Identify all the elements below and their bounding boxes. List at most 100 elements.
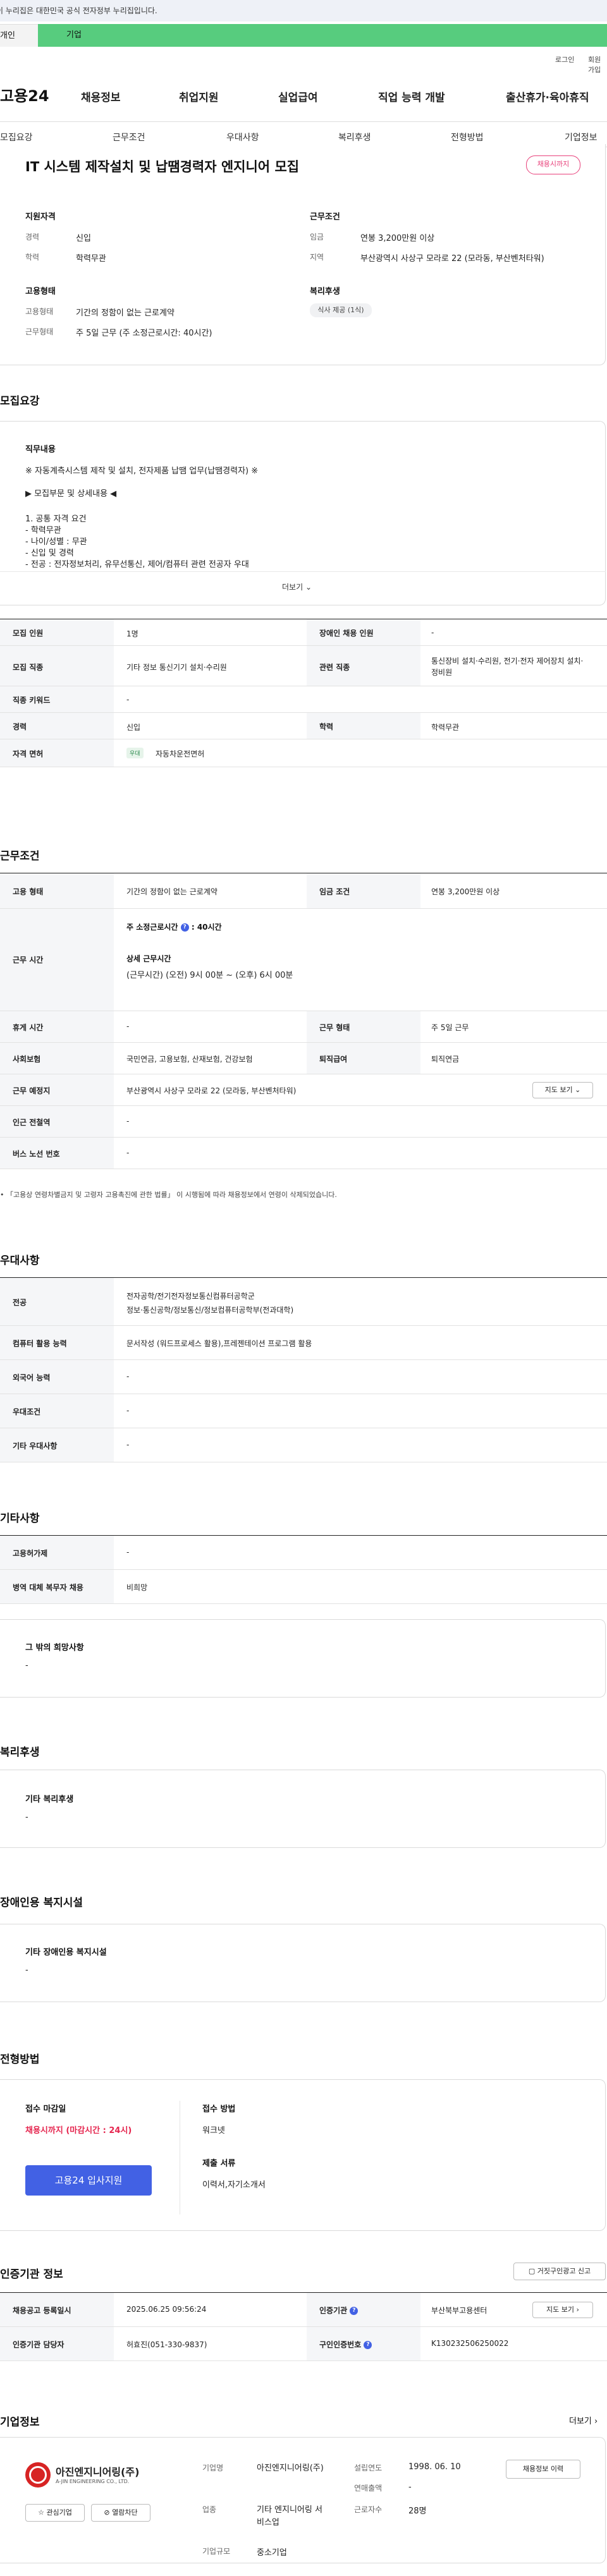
th-job-type: 모집 직종 <box>0 646 114 686</box>
help-icon[interactable]: ? <box>350 2307 359 2315</box>
th-cert-no: 구인인증번호 ? <box>307 2327 420 2360</box>
td-agency: 부산북부고용센터 <box>431 2306 487 2315</box>
table-row: 채용공고 등록일시 2025.06.25 09:56:24 인증기관 ? 부산북… <box>0 2293 607 2327</box>
agency-map-button[interactable]: 지도 보기 › <box>532 2302 593 2318</box>
table-row: 고용허가제 - <box>0 1536 607 1570</box>
tab-business-label: 기업 <box>66 30 82 40</box>
table-row: 컴퓨터 활용 능력 문서작성 (워드프로세스 활용),프레젠테이션 프로그램 활… <box>0 1326 607 1360</box>
td-major: 전자공학/전기전자정보통신컴퓨터공학군 <box>126 1292 255 1301</box>
company-employees-value: 28명 <box>408 2506 427 2516</box>
company-card <box>0 2437 606 2563</box>
site-logo[interactable]: 고용24 <box>0 83 49 106</box>
table-row: 전공 전자공학/전기전자정보통신컴퓨터공학군 정보·통신공학/정보통신/정보컴퓨… <box>0 1278 607 1326</box>
other-wish-value: - <box>25 1661 28 1670</box>
cond-region-value: 부산광역시 사상구 모라로 22 (모라동, 부산벤처타워) <box>360 254 544 264</box>
table-row: 인근 전철역 - <box>0 1106 607 1138</box>
disability-value: - <box>25 1965 28 1975</box>
td-headcount: 1명 <box>126 629 138 638</box>
section-etc-title: 기타사항 <box>0 1512 40 1525</box>
company-logo-ring <box>29 2466 47 2484</box>
th-insurance: 사회보험 <box>0 1043 114 1074</box>
td-bus: - <box>126 1148 130 1157</box>
tab-business[interactable]: 기업 <box>38 24 607 47</box>
table-row: 경력 신입 학력 학력무관 <box>0 713 607 739</box>
table-row: 고용 형태 기간의 정함이 없는 근로계약 임금 조건 연봉 3,200만원 이… <box>0 873 607 909</box>
job-desc-line: - 신입 및 경력 <box>25 549 74 558</box>
th-emp-type: 고용 형태 <box>0 873 114 908</box>
emp-title: 고용형태 <box>25 287 56 296</box>
job-desc-card <box>0 421 606 605</box>
th-subway: 인근 전철역 <box>0 1106 114 1137</box>
weekly-hours-label: 주 소정근로시간 <box>126 923 178 932</box>
th-career: 경력 <box>0 713 114 739</box>
td-disabled-headcount: - <box>431 628 434 637</box>
gnb-item-training[interactable]: 직업 능력 개발 <box>378 88 445 104</box>
chevron-down-icon: ⌄ <box>575 1086 581 1094</box>
map-button[interactable]: 지도 보기 ⌄ <box>532 1082 593 1098</box>
benefits-value: - <box>25 1813 28 1822</box>
table-row: 버스 노선 번호 - <box>0 1138 607 1169</box>
subnav-benefits[interactable]: 복리후생 <box>338 131 371 143</box>
subnav-preferences[interactable]: 우대사항 <box>226 131 259 143</box>
disability-card <box>0 1924 606 2002</box>
favorite-company-label: 관심기업 <box>46 2508 72 2517</box>
td-job-type: 기타 정보 통신기기 설치·수리원 <box>126 663 227 672</box>
th-related-job: 관련 직종 <box>307 646 420 686</box>
login-link[interactable]: 로그인 <box>555 54 574 64</box>
gnb-item-unemployment[interactable]: 실업급여 <box>278 88 318 104</box>
more-divider <box>0 571 606 572</box>
td-emp-type: 기간의 정함이 없는 근로계약 <box>126 887 218 896</box>
help-icon[interactable]: ? <box>364 2341 372 2349</box>
job-desc-line: ▶ 모집부문 및 상세내용 ◀ <box>25 489 117 499</box>
th-major: 전공 <box>0 1278 114 1325</box>
benefits-label: 기타 복리후생 <box>25 1795 74 1804</box>
qual-career-label: 경력 <box>25 233 40 241</box>
qual-title: 지원자격 <box>25 212 56 222</box>
help-icon[interactable]: ? <box>180 923 189 932</box>
apply-button[interactable]: 고용24 입사지원 <box>25 2165 152 2196</box>
th-language: 외국어 능력 <box>0 1360 114 1394</box>
weekly-hours-value: 40시간 <box>197 923 222 932</box>
td-cert-no: K130232506250022 <box>431 2339 509 2348</box>
job-desc-line: - 전공 : 전자정보처리, 유무선통신, 제어/컴퓨터 관련 전공자 우대 <box>25 560 249 569</box>
report-button[interactable]: ▢ 거짓구인광고 신고 <box>513 2263 606 2280</box>
block-company-button[interactable]: ⊘ 열람차단 <box>91 2504 150 2522</box>
tab-individual[interactable]: 개인 <box>0 24 38 47</box>
th-license: 자격 면허 <box>0 739 114 767</box>
report-button-label: 거짓구인광고 신고 <box>537 2267 591 2275</box>
gnb-item-employment-support[interactable]: 취업지원 <box>179 88 219 104</box>
welfare-chip: 식사 제공 (1식) <box>310 303 372 317</box>
subnav-process[interactable]: 전형방법 <box>451 131 484 143</box>
subnav-recruit[interactable]: 모집요강 <box>0 131 33 143</box>
company-employees-label: 근로자수 <box>354 2505 383 2514</box>
agency-map-button-label: 지도 보기 <box>546 2306 575 2314</box>
company-industry-value: 기타 엔지니어링 서비스업 <box>257 2505 322 2527</box>
section-agency-title: 인증기관 정보 <box>0 2268 63 2281</box>
gnb-item-leave[interactable]: 출산휴가·육아휴직 <box>506 88 589 104</box>
chevron-right-icon: › <box>576 2306 579 2314</box>
company-more-link[interactable]: 더보기 › <box>569 2414 598 2426</box>
gnb-item-jobs[interactable]: 채용정보 <box>81 88 121 104</box>
table-row: 우대조건 - <box>0 1394 607 1428</box>
td-military: 비희망 <box>126 1583 148 1592</box>
more-button[interactable]: 더보기 ⌄ <box>282 581 312 592</box>
favorite-company-button[interactable]: ☆ 관심기업 <box>25 2504 85 2522</box>
td-major: 정보·통신공학/정보통신/정보컴퓨터공학부(전과대학) <box>126 1306 294 1315</box>
td-wage: 연봉 3,200만원 이상 <box>431 887 500 896</box>
map-button-label: 지도 보기 <box>544 1086 573 1094</box>
td-keyword: - <box>126 695 130 704</box>
company-revenue-label: 연매출액 <box>354 2484 383 2493</box>
join-link[interactable]: 회원가입 <box>588 54 607 75</box>
preferred-tag: 우대 <box>126 748 144 758</box>
method-label: 접수 방법 <box>202 2105 236 2114</box>
company-jobs-history-button[interactable]: 채용정보 이력 <box>506 2460 580 2479</box>
th-work-form: 근무 형태 <box>307 1011 420 1042</box>
td-place: 부산광역시 사상구 모라로 22 (모라동, 부산벤처타워) <box>126 1086 297 1095</box>
company-revenue-value: - <box>408 2482 412 2492</box>
job-desc-line: - 나이/성별 : 무관 <box>25 537 87 547</box>
qual-edu-value: 학력무관 <box>76 254 106 264</box>
subnav-conditions[interactable]: 근무조건 <box>113 131 145 143</box>
th-agency: 인증기관 ? <box>307 2293 420 2326</box>
th-headcount: 모집 인원 <box>0 619 114 645</box>
subnav-company[interactable]: 기업정보 <box>565 131 598 143</box>
